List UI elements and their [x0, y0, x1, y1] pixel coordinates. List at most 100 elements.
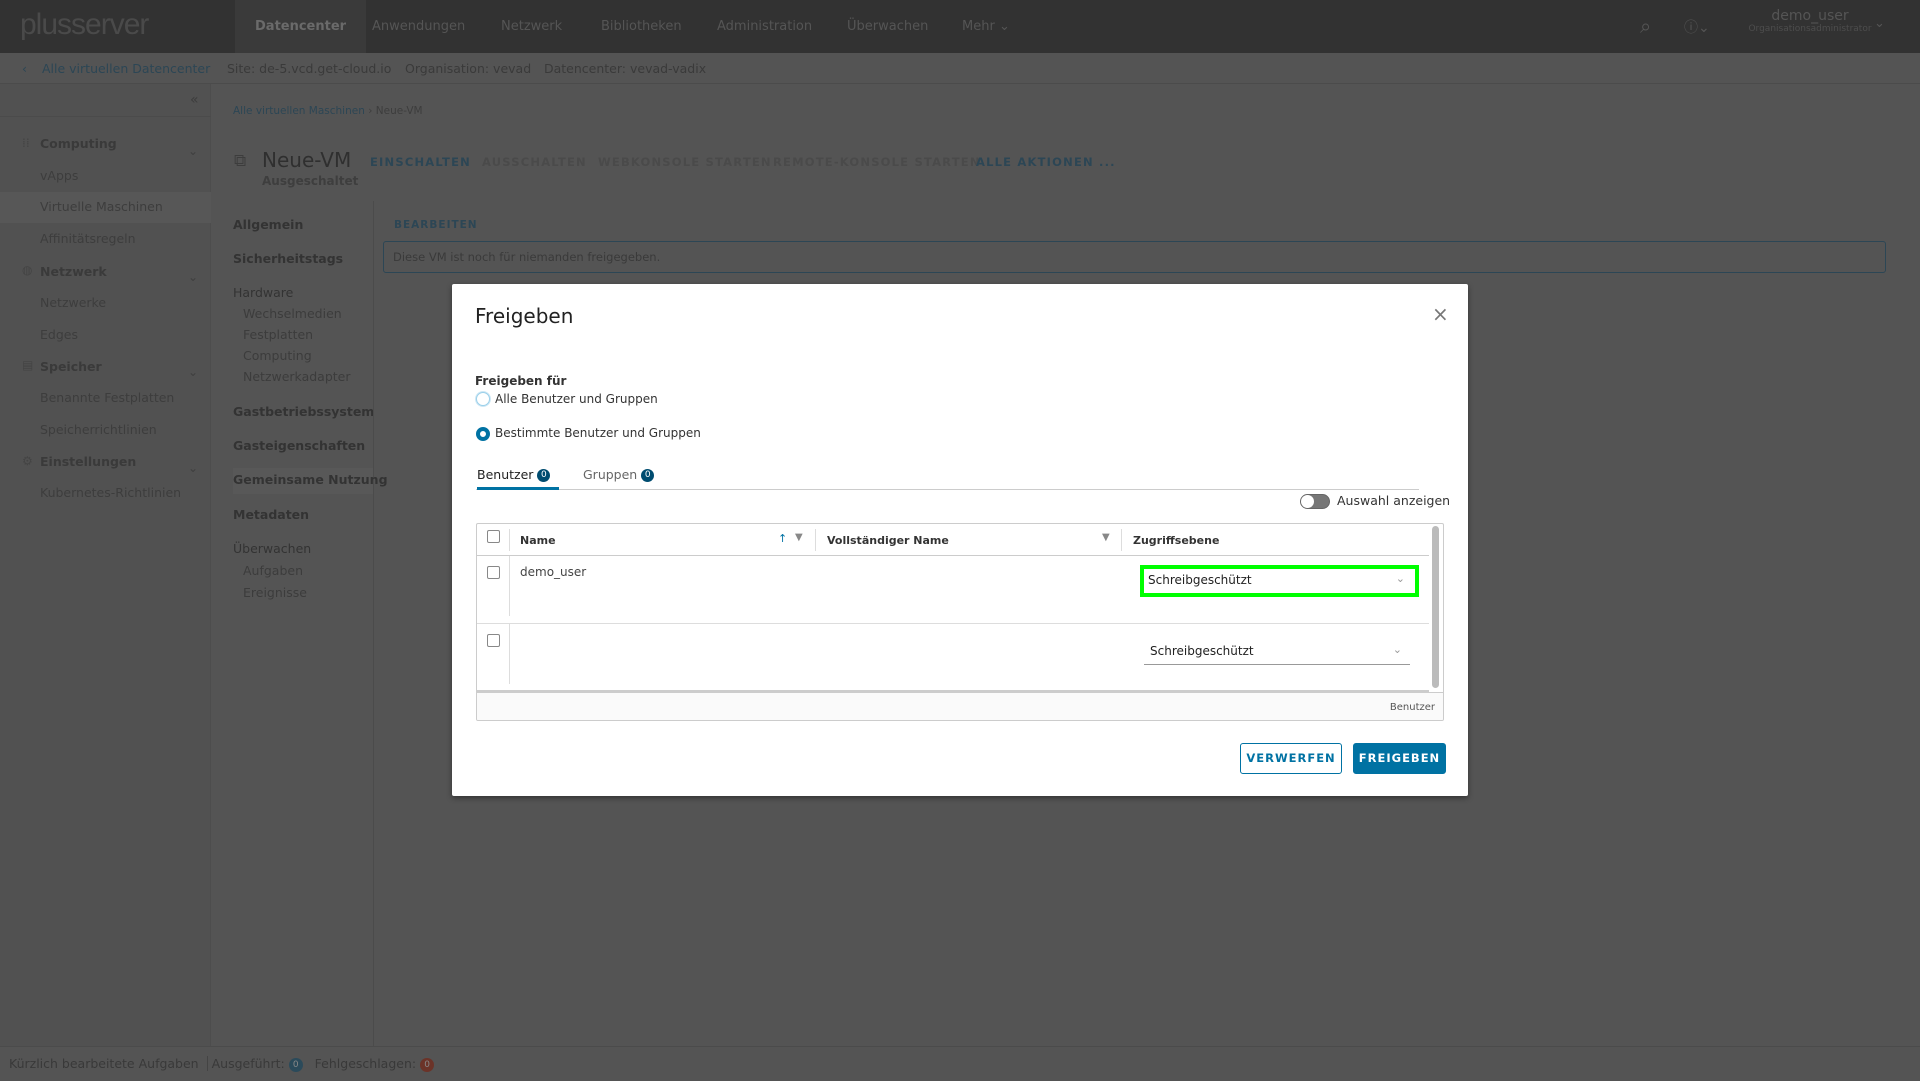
task-bar: Kürzlich bearbeitete Aufgaben Ausgeführt…	[0, 1046, 1920, 1080]
show-selection-toggle[interactable]	[1300, 494, 1330, 509]
filter-icon[interactable]: ▼	[1102, 532, 1110, 543]
back-icon[interactable]: ‹	[22, 53, 27, 84]
all-actions-button[interactable]: ALLE AKTIONEN ...	[976, 155, 1116, 169]
remote-console-button[interactable]: REMOTE-KONSOLE STARTEN	[773, 155, 981, 169]
chevron-down-icon[interactable]: ⌄	[188, 144, 198, 158]
close-icon[interactable]: ×	[1432, 302, 1449, 326]
vmnav-nics[interactable]: Netzwerkadapter	[243, 369, 351, 384]
show-selection-label: Auswahl anzeigen	[1337, 493, 1451, 508]
chevron-down-icon[interactable]: ⌄	[188, 461, 198, 475]
tab-groups[interactable]: Gruppen 0	[583, 467, 655, 482]
failed-count-badge: 0	[420, 1057, 435, 1072]
vmnav-removable[interactable]: Wechselmedien	[243, 306, 342, 321]
access-level-select[interactable]: Schreibgeschützt ⌄	[1144, 638, 1410, 665]
nav-tab-mehr[interactable]: Mehr ⌄	[942, 0, 1030, 53]
chevron-down-icon[interactable]: ⌄	[188, 365, 198, 379]
sort-ascending-icon[interactable]: ↑	[778, 532, 787, 545]
dc-label: Datencenter: vevad-vadix	[544, 61, 707, 76]
nav-tab-netzwerk[interactable]: Netzwerk	[481, 0, 582, 53]
tab-users-label: Benutzer	[477, 467, 534, 482]
nav-tab-ueberwachen[interactable]: Überwachen	[827, 0, 948, 53]
power-off-button[interactable]: AUSSCHALTEN	[482, 155, 587, 169]
sidebar-item-storage-policies[interactable]: Speicherrichtlinien	[40, 422, 157, 437]
column-full-name[interactable]: Vollständiger Name	[827, 534, 949, 547]
footer-label: Benutzer	[1389, 702, 1435, 713]
access-level-select[interactable]: Schreibgeschützt ⌄	[1140, 565, 1419, 597]
vmnav-guestos[interactable]: Gastbetriebssystemanp	[233, 404, 373, 419]
nav-tab-bibliotheken[interactable]: Bibliotheken	[581, 0, 702, 53]
nav-tab-datencenter[interactable]: Datencenter	[235, 0, 367, 53]
sidebar-group-settings[interactable]: Einstellungen	[40, 454, 136, 469]
column-name[interactable]: Name	[520, 534, 556, 547]
chevron-down-icon[interactable]: ⌄	[1874, 16, 1885, 31]
groups-count-badge: 0	[641, 469, 655, 482]
grid-icon: ⁞⁞	[22, 136, 30, 150]
search-icon[interactable]: ⌕	[1640, 14, 1651, 38]
vmnav-tasks[interactable]: Aufgaben	[243, 563, 303, 578]
select-all-checkbox[interactable]	[487, 530, 500, 543]
user-name: demo_user	[1771, 8, 1849, 24]
sharing-info-alert: Diese VM ist noch für niemanden freigege…	[383, 241, 1886, 273]
vmnav-disks[interactable]: Festplatten	[243, 327, 313, 342]
user-role: Organisationsadministrator	[1748, 24, 1872, 34]
vmnav-monitor: Überwachen	[233, 541, 312, 556]
row-name: demo_user	[520, 565, 587, 579]
row-checkbox[interactable]	[487, 566, 500, 579]
network-icon: ◍	[22, 263, 33, 277]
sidebar-item-k8s[interactable]: Kubernetes-Richtlinien	[40, 485, 181, 500]
radio-specific-users[interactable]	[476, 427, 490, 441]
collapse-icon[interactable]: «	[190, 92, 199, 108]
sidebar-item-vms[interactable]: Virtuelle Maschinen	[40, 199, 163, 214]
back-link[interactable]: Alle virtuellen Datencenter	[42, 53, 210, 84]
share-button[interactable]: FREIGEBEN	[1353, 743, 1446, 774]
power-on-button[interactable]: EINSCHALTEN	[370, 155, 471, 169]
tab-groups-label: Gruppen	[583, 467, 638, 482]
sidebar-group-computing[interactable]: Computing	[40, 136, 117, 151]
breadcrumb-parent[interactable]: Alle virtuellen Maschinen	[233, 105, 365, 117]
vmnav-hardware: Hardware	[233, 285, 294, 300]
sidebar-item-vapps[interactable]: vApps	[40, 168, 78, 183]
sidebar-group-storage[interactable]: Speicher	[40, 359, 102, 374]
vmnav-guestprops[interactable]: Gasteigenschaften	[233, 438, 365, 453]
sidebar-item-edges[interactable]: Edges	[40, 327, 78, 342]
recent-tasks-link[interactable]: Kürzlich bearbeitete Aufgaben	[9, 1056, 199, 1071]
failed-label: Fehlgeschlagen:	[314, 1056, 417, 1071]
nav-tab-administration[interactable]: Administration	[697, 0, 832, 53]
access-level-value: Schreibgeschützt	[1144, 638, 1410, 665]
tab-users[interactable]: Benutzer 0	[477, 467, 559, 490]
radio-all-users[interactable]	[476, 392, 490, 406]
sidebar-group-network[interactable]: Netzwerk	[40, 264, 107, 279]
web-console-button[interactable]: WEBKONSOLE STARTEN	[598, 155, 772, 169]
context-bar: ‹ Alle virtuellen Datencenter Site: de-5…	[0, 53, 1920, 84]
row-checkbox[interactable]	[487, 634, 500, 647]
help-icon[interactable]: ⓘ⌄	[1684, 17, 1710, 37]
share-dialog: Freigeben × Freigeben für Alle Benutzer …	[452, 284, 1468, 796]
vmnav-sharing[interactable]: Gemeinsame Nutzung	[233, 472, 388, 487]
breadcrumb-current: Neue-VM	[375, 105, 423, 117]
sidebar-item-affinity[interactable]: Affinitätsregeln	[40, 231, 136, 246]
filter-icon[interactable]: ▼	[795, 532, 803, 543]
user-menu[interactable]: demo_user Organisationsadministrator	[1745, 8, 1875, 34]
vm-title: Neue-VM	[262, 148, 352, 172]
edit-sharing-button[interactable]: BEARBEITEN	[394, 219, 478, 231]
table-row: demo_user Schreibgeschützt ⌄	[477, 556, 1429, 624]
sidebar-item-named-disks[interactable]: Benannte Festplatten	[40, 390, 174, 405]
cancel-button[interactable]: VERWERFEN	[1240, 743, 1342, 774]
sidebar: « ⁞⁞ Computing ⌄ vApps Virtuelle Maschin…	[0, 84, 211, 1046]
vmnav-tags[interactable]: Sicherheitstags	[233, 251, 343, 266]
vmnav-general[interactable]: Allgemein	[233, 217, 303, 232]
vmnav-metadata[interactable]: Metadaten	[233, 507, 309, 522]
vmnav-computing[interactable]: Computing	[243, 348, 312, 363]
radio-specific-users-label[interactable]: Bestimmte Benutzer und Gruppen	[495, 426, 701, 440]
chevron-down-icon: ⌄	[1392, 643, 1402, 656]
chevron-down-icon[interactable]: ⌄	[188, 270, 198, 284]
radio-all-users-label[interactable]: Alle Benutzer und Gruppen	[495, 392, 658, 406]
sidebar-item-networks[interactable]: Netzwerke	[40, 295, 106, 310]
done-label: Ausgeführt:	[206, 1056, 285, 1071]
org-label: Organisation: vevad	[405, 61, 532, 76]
vmnav-events[interactable]: Ereignisse	[243, 585, 307, 600]
table-scrollbar[interactable]	[1432, 526, 1439, 688]
users-table: Name ↑ ▼ Vollständiger Name ▼ Zugriffseb…	[476, 523, 1444, 721]
nav-tab-anwendungen[interactable]: Anwendungen	[352, 0, 485, 53]
storage-icon: ▤	[22, 358, 34, 372]
